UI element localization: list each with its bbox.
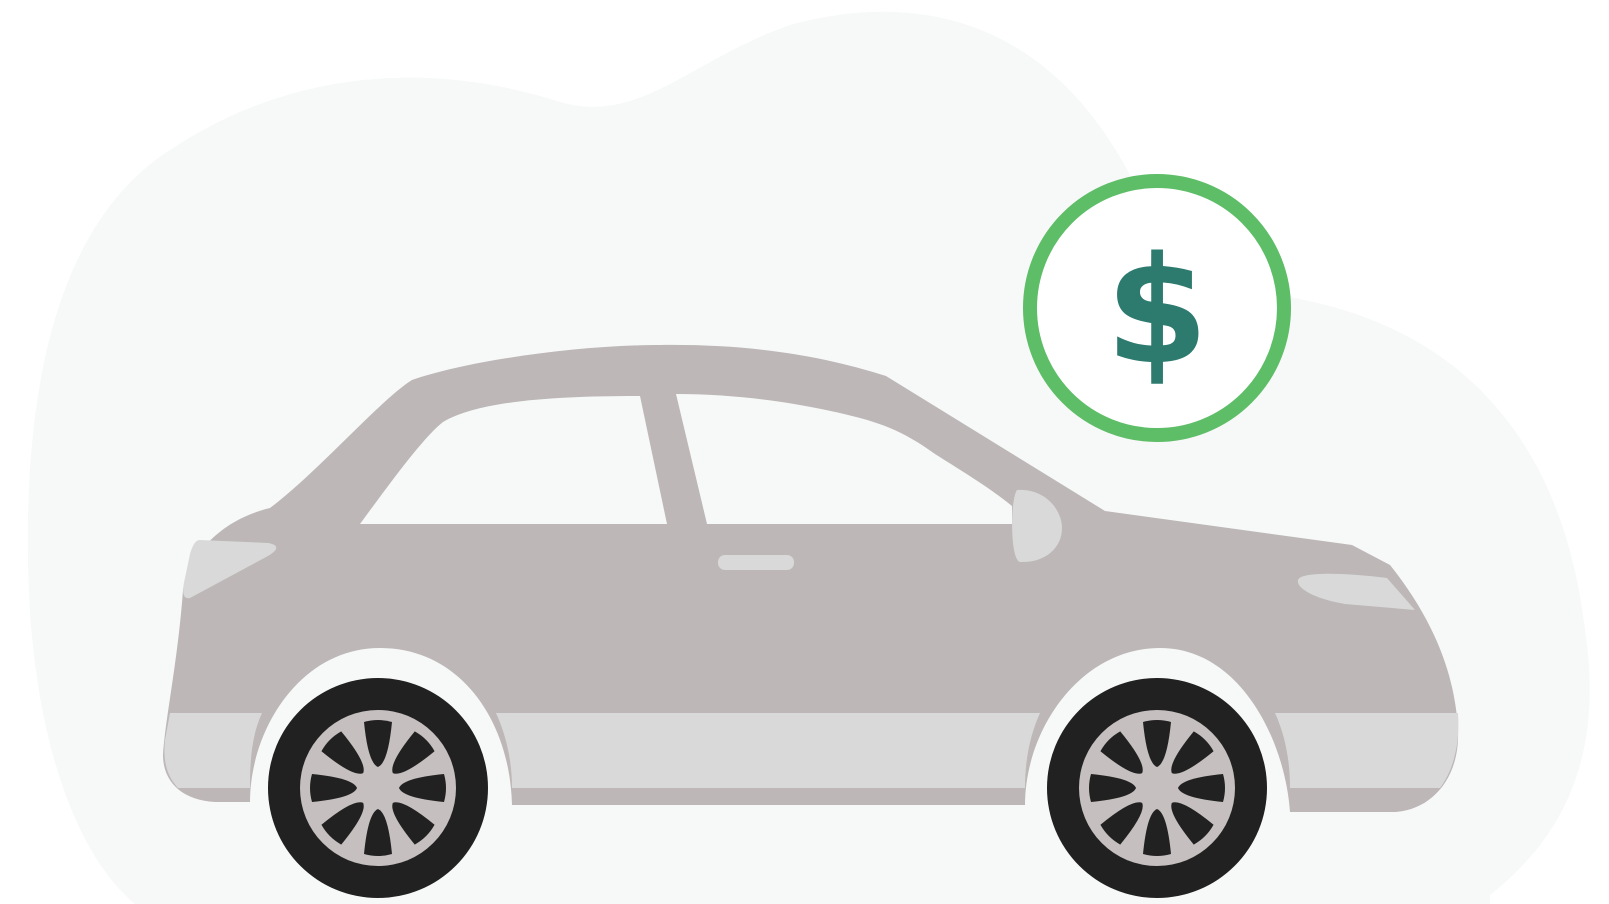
car-lower-trim (164, 713, 262, 788)
door-handle (718, 555, 794, 570)
car-price-illustration: $ (0, 0, 1609, 904)
illustration-canvas: $ (27, 11, 1590, 904)
car-lower-trim (496, 713, 1040, 788)
car-lower-trim (1275, 713, 1459, 788)
front-wheel (1047, 678, 1267, 898)
dollar-icon: $ (1106, 225, 1209, 397)
rear-wheel (268, 678, 488, 898)
price-badge: $ (1023, 174, 1291, 442)
